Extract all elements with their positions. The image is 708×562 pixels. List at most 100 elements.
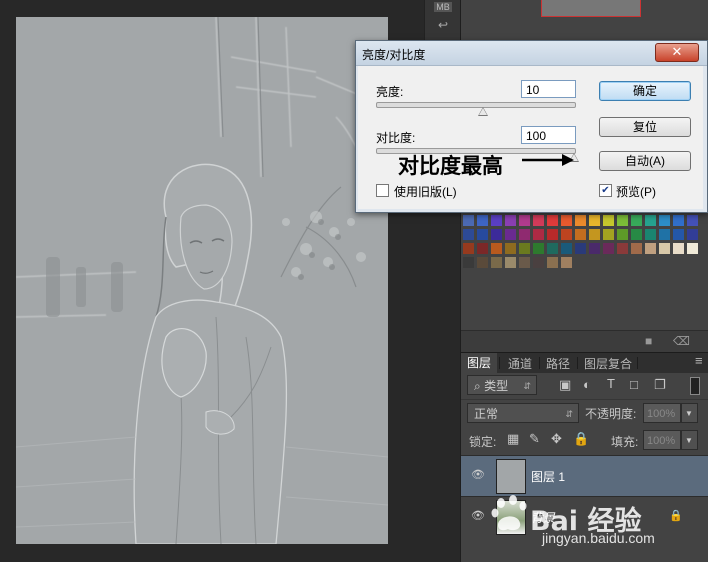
color-swatch[interactable] bbox=[561, 229, 572, 240]
color-swatch[interactable] bbox=[631, 243, 642, 254]
color-swatch[interactable] bbox=[687, 215, 698, 226]
contrast-input[interactable]: 100 bbox=[521, 126, 576, 144]
adjustment-filter-icon[interactable]: ◐ bbox=[583, 377, 591, 392]
layer-name[interactable]: 图层 1 bbox=[531, 468, 565, 485]
color-swatch[interactable] bbox=[547, 257, 558, 268]
shape-filter-icon[interactable]: □ bbox=[630, 377, 638, 392]
color-swatch[interactable] bbox=[477, 229, 488, 240]
brightness-slider-thumb[interactable] bbox=[477, 107, 488, 116]
tab-layers[interactable]: 图层 bbox=[461, 353, 498, 373]
opacity-dropdown-icon[interactable]: ▼ bbox=[681, 403, 698, 423]
color-swatch[interactable] bbox=[491, 229, 502, 240]
color-swatch[interactable] bbox=[463, 229, 474, 240]
brightness-slider-track[interactable] bbox=[376, 102, 576, 108]
color-swatch[interactable] bbox=[617, 229, 628, 240]
color-swatch[interactable] bbox=[463, 257, 474, 268]
color-swatch[interactable] bbox=[477, 257, 488, 268]
color-swatch[interactable] bbox=[687, 243, 698, 254]
color-swatch[interactable] bbox=[659, 243, 670, 254]
filter-toggle[interactable] bbox=[690, 377, 700, 395]
auto-button[interactable]: 自动(A) bbox=[599, 151, 691, 171]
color-swatch[interactable] bbox=[589, 243, 600, 254]
color-swatch[interactable] bbox=[505, 257, 516, 268]
color-swatch[interactable] bbox=[659, 229, 670, 240]
lock-position-icon[interactable]: ✥ bbox=[551, 431, 562, 447]
color-swatch[interactable] bbox=[673, 215, 684, 226]
navigator-thumbnail[interactable] bbox=[541, 0, 641, 17]
lock-transparent-icon[interactable]: ▦ bbox=[507, 431, 519, 447]
color-swatch[interactable] bbox=[645, 215, 656, 226]
color-swatch[interactable] bbox=[561, 257, 572, 268]
color-swatch[interactable] bbox=[491, 257, 502, 268]
color-swatch[interactable] bbox=[603, 243, 614, 254]
blend-mode-select[interactable]: 正常 ⇵ bbox=[467, 403, 579, 423]
color-swatch[interactable] bbox=[603, 229, 614, 240]
color-swatch[interactable] bbox=[631, 229, 642, 240]
dialog-titlebar[interactable]: 亮度/对比度 ✕ bbox=[356, 41, 707, 66]
color-swatch[interactable] bbox=[603, 215, 614, 226]
preview-checkbox[interactable]: ✔ bbox=[599, 184, 612, 197]
color-swatch[interactable] bbox=[491, 215, 502, 226]
filter-kind-select[interactable]: ⌕ 类型 ⇵ bbox=[467, 375, 537, 395]
color-swatch[interactable] bbox=[477, 215, 488, 226]
eye-icon[interactable]: 👁 bbox=[471, 509, 487, 523]
color-swatch[interactable] bbox=[533, 215, 544, 226]
legacy-checkbox[interactable] bbox=[376, 184, 389, 197]
color-swatch[interactable] bbox=[617, 243, 628, 254]
smart-object-filter-icon[interactable]: ❐ bbox=[654, 377, 666, 393]
color-swatch[interactable] bbox=[477, 243, 488, 254]
color-swatch[interactable] bbox=[575, 215, 586, 226]
reset-button[interactable]: 复位 bbox=[599, 117, 691, 137]
fill-dropdown-icon[interactable]: ▼ bbox=[681, 430, 698, 450]
close-button[interactable]: ✕ bbox=[655, 43, 699, 62]
color-swatch[interactable] bbox=[631, 215, 642, 226]
color-swatch[interactable] bbox=[617, 215, 628, 226]
color-swatch[interactable] bbox=[505, 229, 516, 240]
brightness-input[interactable]: 10 bbox=[521, 80, 576, 98]
document-canvas[interactable] bbox=[16, 17, 388, 544]
mini-bridge-icon[interactable]: MB bbox=[434, 2, 452, 12]
color-swatch[interactable] bbox=[589, 215, 600, 226]
delete-swatch-icon[interactable]: ⌫ bbox=[673, 334, 690, 348]
color-swatch[interactable] bbox=[519, 243, 530, 254]
history-icon[interactable]: ↩ bbox=[434, 18, 452, 34]
color-swatch[interactable] bbox=[533, 257, 544, 268]
color-swatch[interactable] bbox=[547, 215, 558, 226]
color-swatch[interactable] bbox=[547, 229, 558, 240]
fill-input[interactable]: 100% bbox=[643, 430, 681, 450]
color-swatch[interactable] bbox=[673, 229, 684, 240]
opacity-input[interactable]: 100% bbox=[643, 403, 681, 423]
color-swatch[interactable] bbox=[491, 243, 502, 254]
color-swatch[interactable] bbox=[575, 229, 586, 240]
color-swatch[interactable] bbox=[561, 243, 572, 254]
color-swatch[interactable] bbox=[659, 215, 670, 226]
color-swatch[interactable] bbox=[645, 243, 656, 254]
color-swatch[interactable] bbox=[463, 215, 474, 226]
tab-channels[interactable]: 通道 bbox=[508, 355, 532, 372]
color-swatch[interactable] bbox=[547, 243, 558, 254]
color-swatch[interactable] bbox=[575, 243, 586, 254]
lock-paint-icon[interactable]: ✎ bbox=[529, 431, 540, 447]
color-swatch[interactable] bbox=[519, 215, 530, 226]
panel-menu-icon[interactable]: ≡ bbox=[695, 353, 703, 368]
color-swatch[interactable] bbox=[533, 243, 544, 254]
color-swatch[interactable] bbox=[505, 215, 516, 226]
color-swatch[interactable] bbox=[673, 243, 684, 254]
tab-layer-comps[interactable]: 图层复合 bbox=[584, 355, 632, 372]
lock-all-icon[interactable]: 🔒 bbox=[573, 431, 589, 447]
color-swatch[interactable] bbox=[505, 243, 516, 254]
color-swatch[interactable] bbox=[519, 257, 530, 268]
tab-paths[interactable]: 路径 bbox=[546, 355, 570, 372]
color-swatch[interactable] bbox=[687, 229, 698, 240]
new-swatch-icon[interactable]: ■ bbox=[645, 334, 652, 348]
type-filter-icon[interactable]: T bbox=[607, 376, 615, 391]
color-swatch[interactable] bbox=[519, 229, 530, 240]
pixel-filter-icon[interactable]: ▣ bbox=[559, 377, 571, 393]
color-swatch[interactable] bbox=[561, 215, 572, 226]
color-swatch[interactable] bbox=[589, 229, 600, 240]
color-swatch[interactable] bbox=[463, 243, 474, 254]
color-swatch[interactable] bbox=[533, 229, 544, 240]
ok-button[interactable]: 确定 bbox=[599, 81, 691, 101]
color-swatch[interactable] bbox=[645, 229, 656, 240]
eye-icon[interactable]: 👁 bbox=[471, 468, 487, 482]
